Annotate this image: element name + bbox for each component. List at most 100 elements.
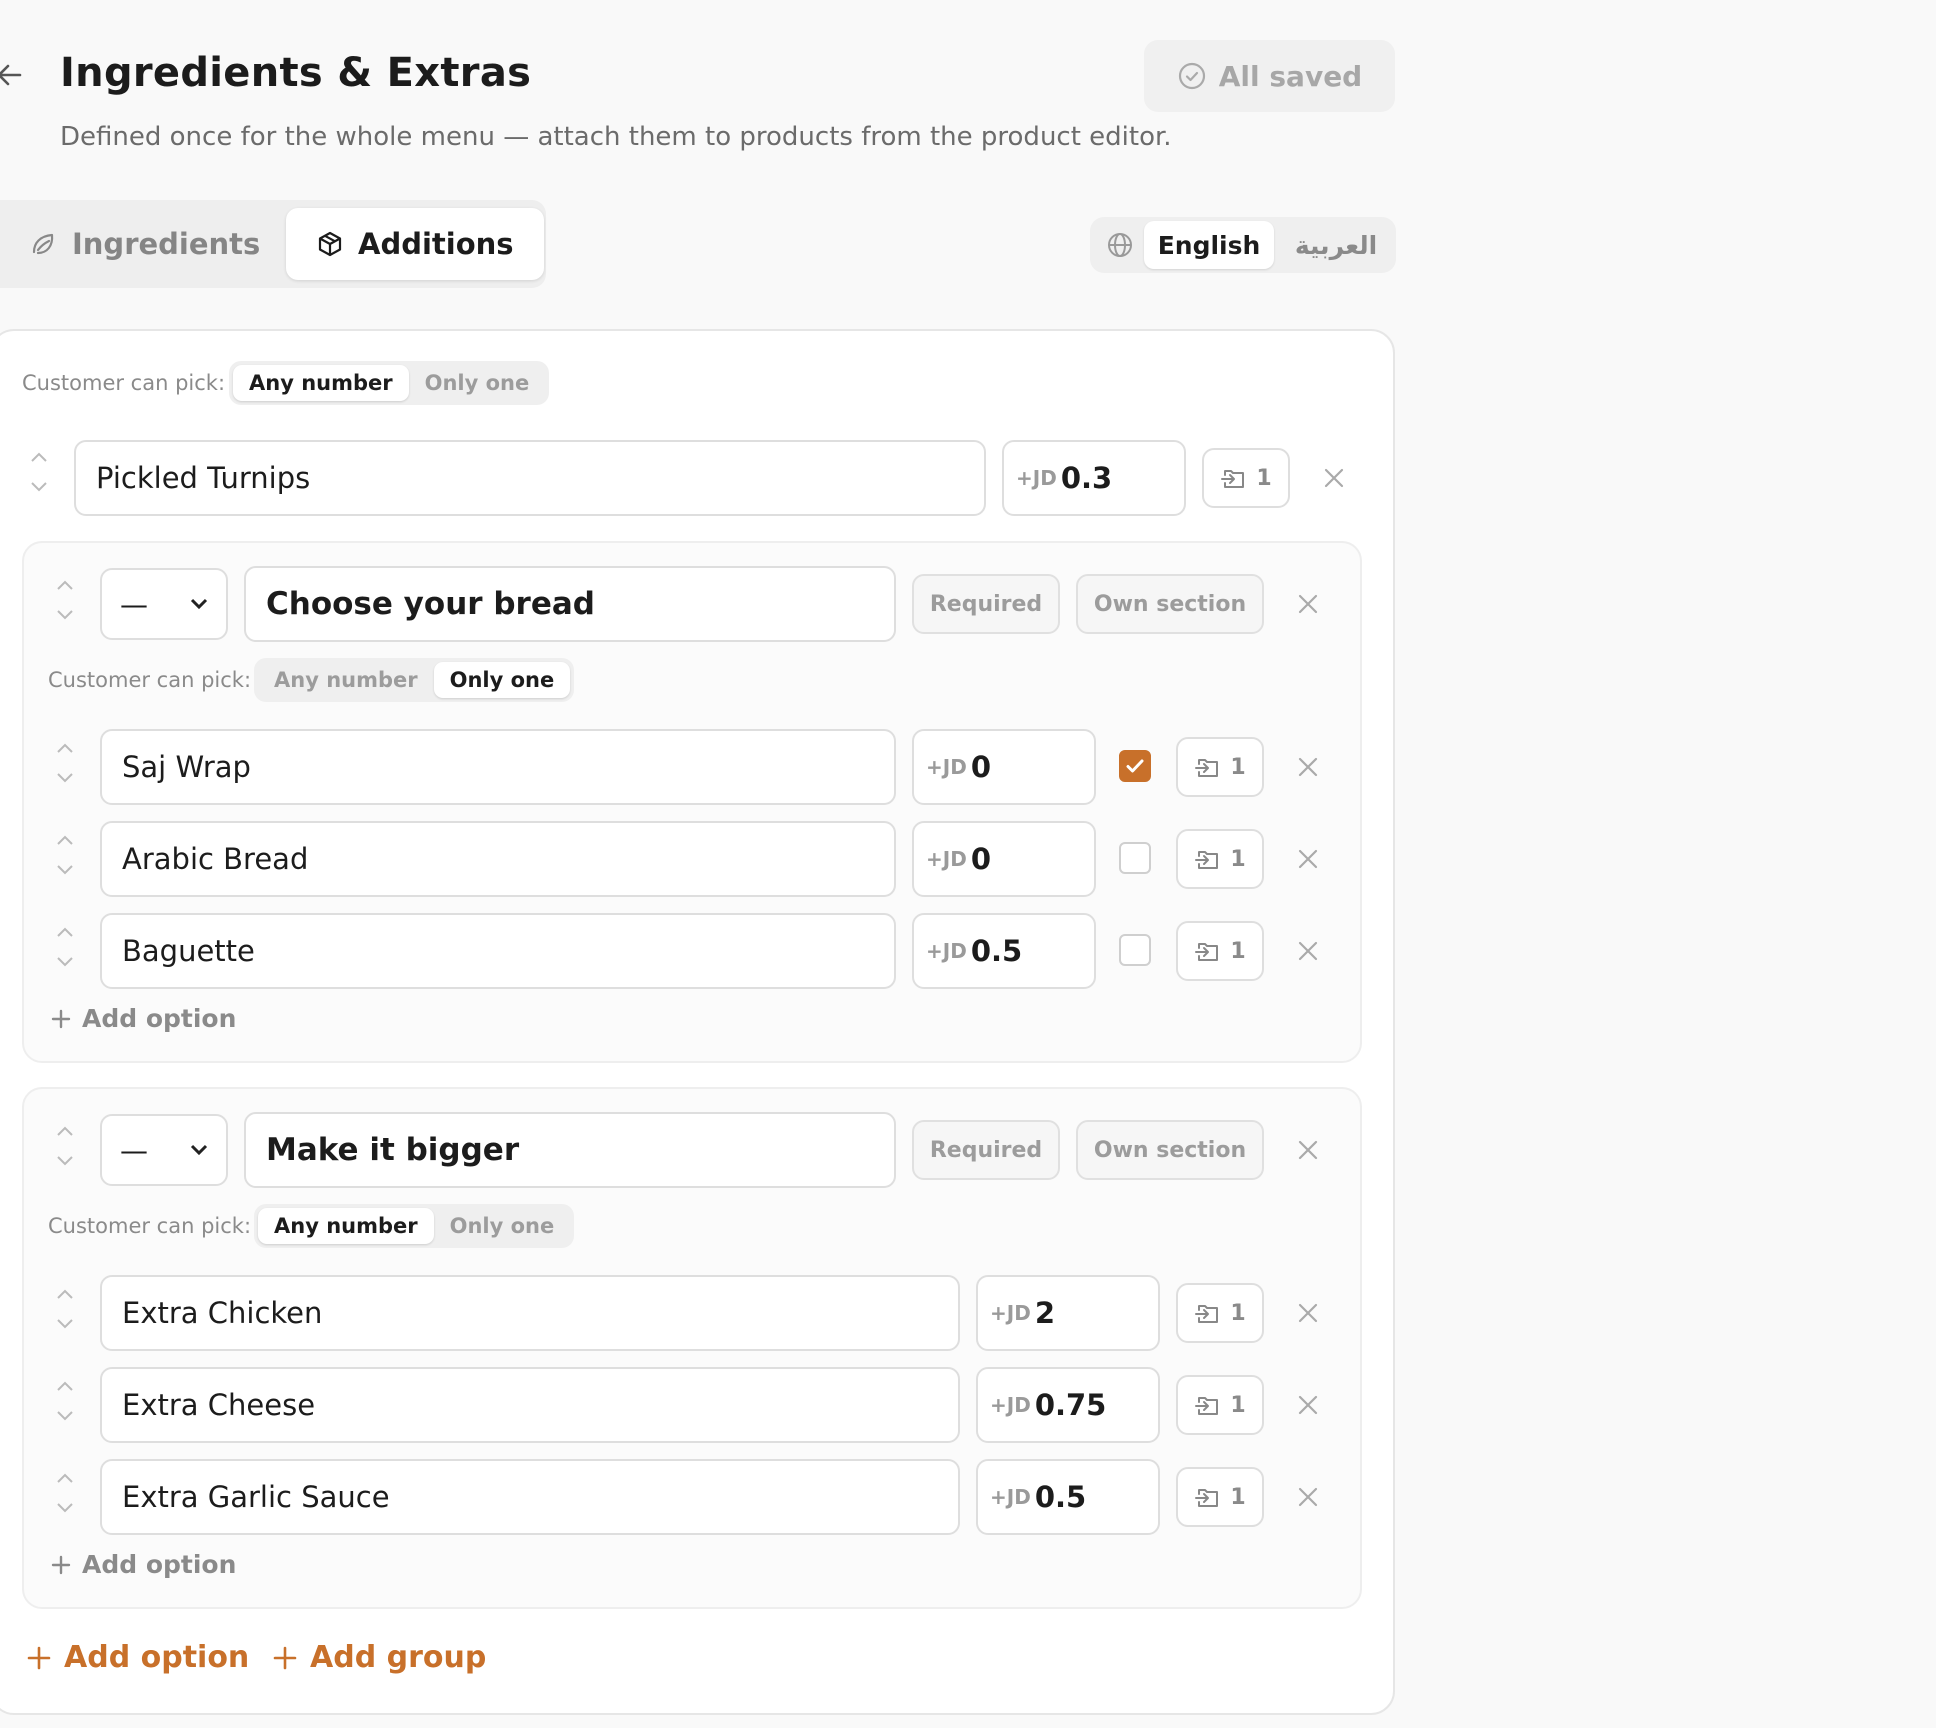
linked-products-button[interactable]: 1: [1176, 737, 1264, 797]
linked-count: 1: [1230, 938, 1246, 964]
chevron-down-icon: [57, 957, 73, 967]
close-icon[interactable]: [1296, 1393, 1320, 1417]
reorder-handle[interactable]: [56, 1473, 74, 1513]
link-folder-icon: [1221, 470, 1245, 488]
add-option-main-button[interactable]: Add option: [26, 1640, 249, 1675]
link-folder-icon: [1195, 759, 1219, 777]
default-checkbox[interactable]: [1119, 750, 1151, 782]
currency-prefix: +JD: [926, 847, 967, 871]
group-type-select[interactable]: —: [100, 1114, 228, 1186]
linked-products-button[interactable]: 1: [1176, 829, 1264, 889]
price-value: 0.75: [1034, 1388, 1107, 1422]
add-option-label: Add option: [64, 1640, 250, 1675]
chevron-down-icon: [57, 1319, 73, 1329]
linked-products-button[interactable]: 1: [1176, 1283, 1264, 1343]
option-price-input[interactable]: +JD 0.5: [912, 913, 1096, 989]
chevron-up-icon: [31, 452, 47, 462]
option-name-input[interactable]: Extra Chicken: [100, 1275, 960, 1351]
option-name-input[interactable]: Arabic Bread: [100, 821, 896, 897]
required-toggle[interactable]: Required: [912, 574, 1060, 634]
close-icon[interactable]: [1296, 592, 1320, 616]
close-icon[interactable]: [1296, 1301, 1320, 1325]
group-title-input[interactable]: Make it bigger: [244, 1112, 896, 1188]
close-icon[interactable]: [1296, 1138, 1320, 1162]
chevron-down-icon: [31, 482, 47, 492]
chevron-down-icon: [57, 1503, 73, 1513]
page-subtitle: Defined once for the whole menu — attach…: [60, 122, 1172, 152]
plus-icon: [51, 1555, 71, 1574]
currency-prefix: +JD: [990, 1301, 1031, 1325]
option-name-input[interactable]: Saj Wrap: [100, 729, 896, 805]
close-icon[interactable]: [1322, 466, 1346, 490]
reorder-handle[interactable]: [56, 743, 74, 783]
tab-additions[interactable]: Additions: [286, 208, 544, 280]
globe-icon: [1106, 231, 1134, 259]
required-toggle[interactable]: Required: [912, 1120, 1060, 1180]
chevron-up-icon: [57, 743, 73, 753]
reorder-handle[interactable]: [56, 835, 74, 875]
group-reorder-handle[interactable]: [56, 1126, 74, 1166]
group-title-input[interactable]: Choose your bread: [244, 566, 896, 642]
linked-count: 1: [1230, 1484, 1246, 1510]
option-price-input[interactable]: +JD 0.75: [976, 1367, 1160, 1443]
add-option-button[interactable]: Add option: [50, 1550, 236, 1579]
back-arrow-icon[interactable]: [0, 60, 24, 90]
pick-only-one[interactable]: Only one: [433, 662, 571, 698]
tab-label: Ingredients: [72, 227, 261, 261]
group-reorder-handle[interactable]: [56, 580, 74, 620]
pick-label: Customer can pick:: [48, 1214, 252, 1238]
reorder-handle[interactable]: [30, 452, 48, 492]
chevron-up-icon: [57, 927, 73, 937]
plus-icon: [27, 1646, 51, 1669]
reorder-handle[interactable]: [56, 1381, 74, 1421]
add-group-button[interactable]: Add group: [272, 1640, 486, 1675]
link-folder-icon: [1195, 1305, 1219, 1323]
close-icon[interactable]: [1296, 1485, 1320, 1509]
default-checkbox[interactable]: [1119, 934, 1151, 966]
option-name-input[interactable]: Extra Cheese: [100, 1367, 960, 1443]
link-folder-icon: [1195, 1397, 1219, 1415]
add-option-button[interactable]: Add option: [50, 1004, 236, 1033]
option-name-input[interactable]: Baguette: [100, 913, 896, 989]
currency-prefix: +JD: [990, 1485, 1031, 1509]
close-icon[interactable]: [1296, 755, 1320, 779]
reorder-handle[interactable]: [56, 1289, 74, 1329]
pick-any-number[interactable]: Any number: [233, 365, 409, 401]
option-price-input[interactable]: +JD 0.5: [976, 1459, 1160, 1535]
chevron-up-icon: [57, 580, 73, 590]
linked-products-button[interactable]: 1: [1176, 1467, 1264, 1527]
pick-only-one[interactable]: Only one: [434, 1208, 571, 1244]
own-section-toggle[interactable]: Own section: [1076, 1120, 1264, 1180]
linked-products-button[interactable]: 1: [1202, 448, 1290, 508]
leaf-icon: [30, 230, 58, 258]
option-price-input[interactable]: +JD 0.3: [1002, 440, 1186, 516]
price-value: 0.5: [1034, 1480, 1087, 1514]
chevron-up-icon: [57, 1289, 73, 1299]
linked-products-button[interactable]: 1: [1176, 1375, 1264, 1435]
linked-products-button[interactable]: 1: [1176, 921, 1264, 981]
option-name-input[interactable]: Extra Garlic Sauce: [100, 1459, 960, 1535]
linked-count: 1: [1230, 1392, 1246, 1418]
default-checkbox[interactable]: [1119, 842, 1151, 874]
group-type-select[interactable]: —: [100, 568, 228, 640]
option-price-input[interactable]: +JD 0: [912, 729, 1096, 805]
tab-bar: Ingredients Additions: [0, 200, 546, 288]
option-price-input[interactable]: +JD 2: [976, 1275, 1160, 1351]
option-price-input[interactable]: +JD 0: [912, 821, 1096, 897]
pick-mode-toggle: Any number Only one: [229, 361, 550, 405]
own-section-toggle[interactable]: Own section: [1076, 574, 1264, 634]
tab-ingredients[interactable]: Ingredients: [0, 208, 290, 280]
chevron-up-icon: [57, 835, 73, 845]
option-name-input[interactable]: Pickled Turnips: [74, 440, 986, 516]
close-icon[interactable]: [1296, 939, 1320, 963]
language-option-english[interactable]: English: [1144, 221, 1274, 269]
pick-any-number[interactable]: Any number: [258, 1208, 434, 1244]
language-option-arabic[interactable]: العربية: [1284, 221, 1388, 269]
pick-label: Customer can pick:: [48, 668, 252, 692]
pick-any-number[interactable]: Any number: [258, 662, 434, 698]
chevron-down-icon: [57, 1156, 73, 1166]
close-icon[interactable]: [1296, 847, 1320, 871]
link-folder-icon: [1195, 851, 1219, 869]
pick-only-one[interactable]: Only one: [409, 365, 546, 401]
reorder-handle[interactable]: [56, 927, 74, 967]
